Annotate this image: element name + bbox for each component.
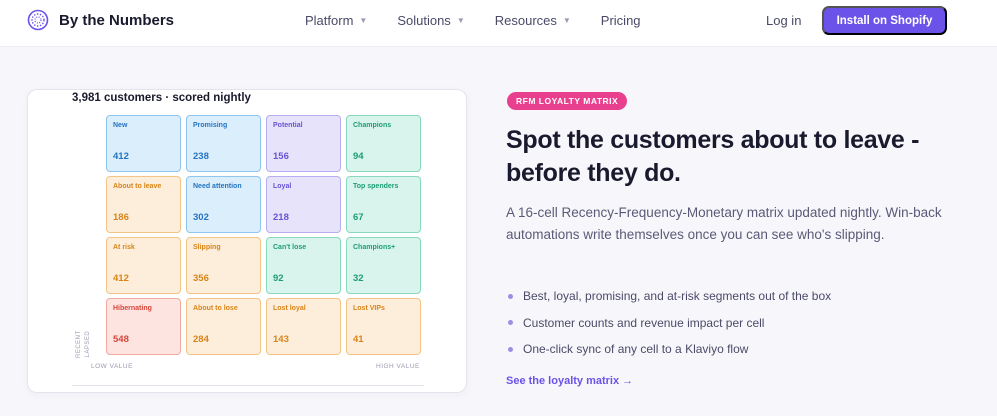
matrix-cell-count: 186: [113, 212, 129, 223]
divider: [72, 385, 424, 386]
matrix-cell-label: At risk: [113, 244, 135, 251]
matrix-title: 3,981 customers · scored nightly: [72, 92, 251, 104]
matrix-cell[interactable]: Promising 238: [186, 115, 261, 172]
matrix-cell-label: Potential: [273, 122, 303, 129]
matrix-cell-count: 284: [193, 334, 209, 345]
matrix-cell-count: 302: [193, 212, 209, 223]
x-axis-label-high: HIGH VALUE: [376, 363, 420, 370]
feature-headline: Spot the customers about to leave - befo…: [506, 126, 920, 187]
y-axis-label-lapsed: LAPSED: [85, 330, 91, 358]
matrix-cell-label: Top spenders: [353, 183, 399, 190]
matrix-cell-label: Loyal: [273, 183, 292, 190]
matrix-cell-label: Hibernating: [113, 305, 152, 312]
matrix-cell-count: 412: [113, 273, 129, 284]
chevron-down-icon: ▼: [562, 16, 571, 25]
matrix-cell-count: 143: [273, 334, 289, 345]
matrix-cell-label: Slipping: [193, 244, 221, 251]
bullet-text: One-click sync of any cell to a Klaviyo …: [523, 342, 749, 357]
matrix-cell-label: Need attention: [193, 183, 242, 190]
matrix-cell-label: Champions+: [353, 244, 396, 251]
matrix-cell-count: 156: [273, 151, 289, 162]
feature-badge: RFM LOYALTY MATRIX: [507, 92, 628, 110]
matrix-cell[interactable]: Lost loyal 143: [266, 298, 341, 355]
feature-description: A 16-cell Recency-Frequency-Monetary mat…: [506, 205, 942, 242]
brand[interactable]: By the Numbers: [27, 9, 174, 31]
rfm-matrix-grid: New 412 Promising 238 Potential 156 Champions 9…: [106, 115, 424, 355]
matrix-cell-label: Lost VIPs: [353, 305, 385, 312]
matrix-cell-count: 218: [273, 212, 289, 223]
feature-bullets: Best, loyal, promising, and at-risk segm…: [506, 283, 831, 363]
matrix-cell[interactable]: Slipping 356: [186, 237, 261, 294]
matrix-cell-count: 94: [353, 151, 364, 162]
matrix-cell-label: New: [113, 122, 128, 129]
matrix-cell[interactable]: At risk 412: [106, 237, 181, 294]
matrix-cell-label: Promising: [193, 122, 228, 129]
matrix-cell[interactable]: Loyal 218: [266, 176, 341, 233]
matrix-cell-label: Lost loyal: [273, 305, 306, 312]
matrix-cell-count: 41: [353, 334, 364, 345]
matrix-cell-count: 238: [193, 151, 209, 162]
menu-item-platform[interactable]: Platform ▼: [305, 13, 367, 28]
see-loyalty-matrix-link[interactable]: See the loyalty matrix →: [506, 375, 633, 387]
matrix-cell[interactable]: Champions 94: [346, 115, 421, 172]
bullet-dot-icon: [508, 346, 513, 352]
chevron-down-icon: ▼: [359, 16, 368, 25]
matrix-cell-label: Can't lose: [273, 244, 307, 251]
bullet-text: Customer counts and revenue impact per c…: [523, 315, 765, 330]
menu-item-label: Pricing: [600, 13, 641, 28]
dotted-circle-logo-icon: [27, 9, 49, 31]
matrix-cell[interactable]: Need attention 302: [186, 176, 261, 233]
menu-item-pricing[interactable]: Pricing: [601, 13, 641, 28]
matrix-cell-count: 356: [193, 273, 209, 284]
matrix-cell-count: 67: [353, 212, 364, 223]
menu-item-resources[interactable]: Resources ▼: [495, 13, 571, 28]
y-axis-label-recent: RECENT: [76, 330, 82, 358]
matrix-cell-label: Champions: [353, 122, 392, 129]
matrix-cell-label: About to lose: [193, 305, 238, 312]
menu-item-solutions[interactable]: Solutions ▼: [397, 13, 464, 28]
login-link[interactable]: Log in: [766, 13, 801, 28]
matrix-cell[interactable]: About to lose 284: [186, 298, 261, 355]
list-item: Best, loyal, promising, and at-risk segm…: [506, 283, 831, 310]
install-on-shopify-button[interactable]: Install on Shopify: [822, 6, 947, 35]
matrix-cell[interactable]: Hibernating 548: [106, 298, 181, 355]
matrix-cell-count: 548: [113, 334, 129, 345]
brand-name: By the Numbers: [59, 11, 175, 29]
bullet-dot-icon: [508, 293, 513, 299]
matrix-cell[interactable]: New 412: [106, 115, 181, 172]
top-nav: By the Numbers Platform ▼ Solutions ▼ Re…: [0, 0, 997, 47]
bullet-text: Best, loyal, promising, and at-risk segm…: [523, 289, 832, 304]
list-item: Customer counts and revenue impact per c…: [506, 310, 831, 337]
matrix-cell-label: About to leave: [113, 183, 162, 190]
chevron-down-icon: ▼: [456, 16, 465, 25]
matrix-cell-count: 412: [113, 151, 129, 162]
list-item: One-click sync of any cell to a Klaviyo …: [506, 336, 831, 363]
menu-item-label: Platform: [305, 13, 354, 28]
matrix-cell-count: 92: [273, 273, 284, 284]
matrix-cell[interactable]: Top spenders 67: [346, 176, 421, 233]
y-axis-label: RECENT LAPSED: [75, 330, 93, 358]
rfm-matrix-card: 3,981 customers · scored nightly New 412 P…: [27, 89, 467, 393]
x-axis-label-low: LOW VALUE: [91, 363, 133, 370]
matrix-cell[interactable]: Can't lose 92: [266, 237, 341, 294]
main-menu: Platform ▼ Solutions ▼ Resources ▼ Prici…: [305, 13, 671, 28]
matrix-cell[interactable]: Potential 156: [266, 115, 341, 172]
matrix-cell[interactable]: Lost VIPs 41: [346, 298, 421, 355]
matrix-cell[interactable]: About to leave 186: [106, 176, 181, 233]
bullet-dot-icon: [508, 320, 513, 326]
matrix-cell-count: 32: [353, 273, 364, 284]
menu-item-label: Resources: [494, 13, 557, 28]
matrix-cell[interactable]: Champions+ 32: [346, 237, 421, 294]
menu-item-label: Solutions: [397, 13, 451, 28]
